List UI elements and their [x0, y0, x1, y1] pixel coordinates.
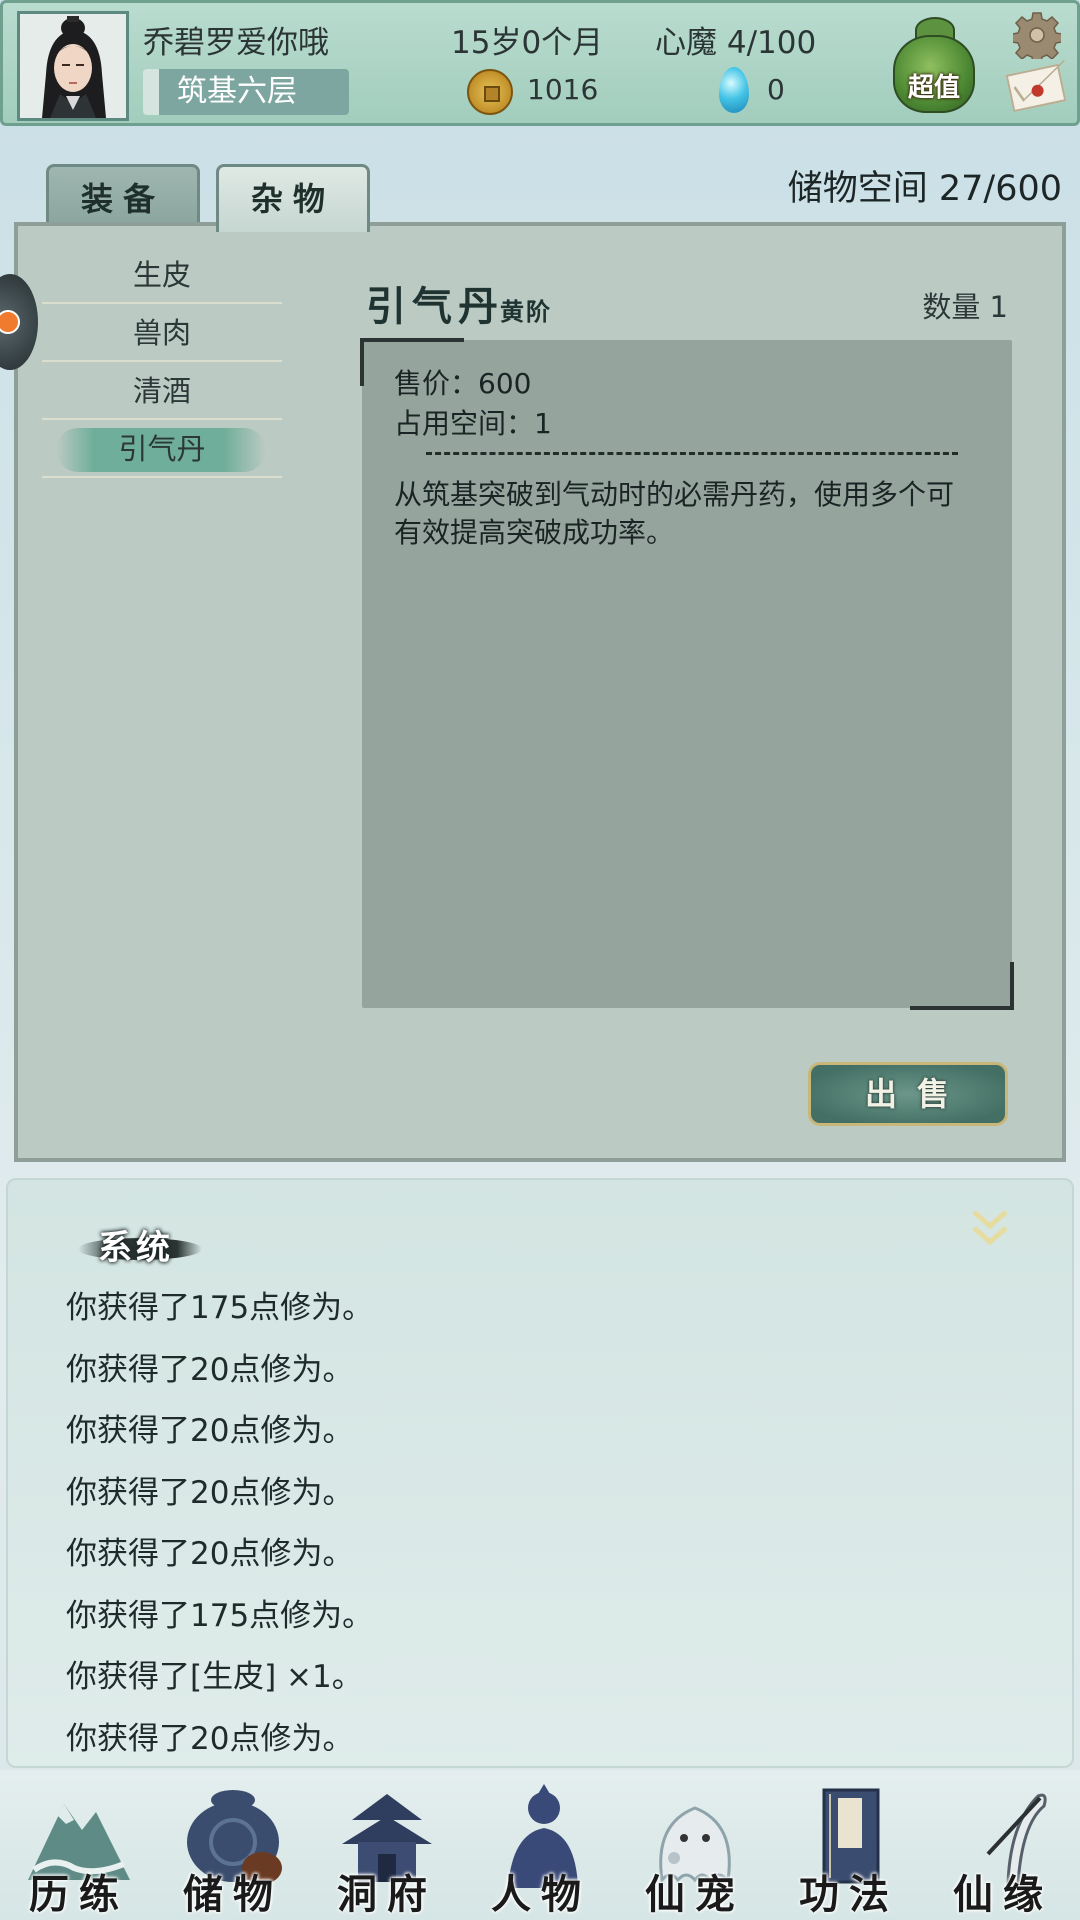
- nav-label: 仙宠: [645, 1871, 745, 1918]
- frame-corner: [910, 962, 1014, 1010]
- heart-demon-counter: 心魔 4/100: [655, 25, 817, 61]
- system-log-panel: 系统 你获得了175点修为。 你获得了20点修为。 你获得了20点修为。 你获得…: [6, 1178, 1074, 1768]
- item-name: 引气丹: [366, 283, 504, 330]
- list-item-selected[interactable]: 引气丹: [42, 420, 282, 478]
- nav-item-storage[interactable]: 储物: [156, 1770, 310, 1920]
- nav-item-character[interactable]: 人物: [464, 1770, 618, 1920]
- list-item[interactable]: 兽肉: [42, 304, 282, 362]
- storage-capacity: 储物空间 27/600: [787, 169, 1062, 209]
- log-line: 你获得了175点修为。: [66, 1290, 374, 1326]
- item-label: 生皮: [132, 258, 191, 292]
- character-portrait-icon: [20, 14, 126, 118]
- item-label: 清酒: [132, 374, 191, 408]
- status-header: 乔碧罗爱你哦 筑基六层 15岁0个月 心魔 4/100 1016 0 超值: [0, 0, 1080, 126]
- nav-item-cave-dwelling[interactable]: 洞府: [310, 1770, 464, 1920]
- nav-label: 仙缘: [953, 1871, 1053, 1918]
- age-display: 15岁0个月: [451, 25, 604, 61]
- item-quantity: 数量 1: [922, 290, 1008, 324]
- gem-count: 0: [767, 73, 785, 106]
- tab-miscellaneous[interactable]: 杂物: [216, 164, 370, 232]
- item-space: 占用空间：1: [394, 407, 552, 440]
- nav-item-fate[interactable]: 仙缘: [926, 1770, 1080, 1920]
- nav-label: 人物: [491, 1871, 591, 1918]
- storage-panel: 生皮 兽肉 清酒 引气丹 引气丹黄阶 数量 1 售价：600 占用空间：1 从筑…: [14, 222, 1066, 1162]
- item-description-box: 售价：600 占用空间：1 从筑基突破到气动时的必需丹药，使用多个可有效提高突破…: [360, 338, 1014, 1010]
- log-line: 你获得了20点修为。: [66, 1413, 354, 1449]
- log-line: 你获得了175点修为。: [66, 1597, 374, 1634]
- log-line: 你获得了20点修为。: [66, 1351, 354, 1388]
- log-title-text: 系统: [98, 1228, 174, 1268]
- nav-item-training[interactable]: 历练: [2, 1770, 156, 1920]
- log-line: 你获得了20点修为。: [66, 1474, 354, 1511]
- log-line: 你获得了[生皮] ×1。: [66, 1659, 363, 1695]
- nav-label: 历练: [29, 1871, 129, 1918]
- nav-label: 洞府: [337, 1871, 437, 1918]
- item-detail-title: 引气丹黄阶: [366, 274, 552, 332]
- item-grade: 黄阶: [500, 297, 552, 326]
- realm-badge: 筑基六层: [143, 69, 349, 115]
- list-item[interactable]: 生皮: [42, 246, 282, 304]
- copper-coin-icon: [467, 69, 513, 115]
- bottom-nav: 历练 储物 洞府 人物 仙宠 功法 仙缘: [0, 1770, 1080, 1920]
- nav-label: 功法: [799, 1871, 899, 1918]
- mail-icon[interactable]: [1005, 63, 1067, 113]
- log-title: 系统: [78, 1220, 202, 1268]
- value-pack-label: 超值: [907, 73, 960, 103]
- value-pack-button[interactable]: 超值: [889, 15, 979, 115]
- nav-label: 储物: [183, 1871, 283, 1918]
- player-name: 乔碧罗爱你哦: [143, 25, 329, 61]
- item-label: 兽肉: [132, 316, 191, 350]
- item-description: 从筑基突破到气动时的必需丹药，使用多个可有效提高突破成功率。: [394, 478, 955, 549]
- chevron-double-down-icon[interactable]: [970, 1206, 1010, 1250]
- log-line: 你获得了20点修为。: [66, 1536, 354, 1572]
- item-price: 售价：600: [394, 367, 532, 400]
- coin-count: 1016: [527, 73, 599, 106]
- nav-item-cultivation-methods[interactable]: 功法: [772, 1770, 926, 1920]
- nav-item-spirit-pet[interactable]: 仙宠: [618, 1770, 772, 1920]
- spirit-gem-icon: [719, 67, 749, 113]
- log-lines: 你获得了175点修为。 你获得了20点修为。 你获得了20点修为。 你获得了20…: [66, 1288, 373, 1780]
- item-list: 生皮 兽肉 清酒 引气丹: [42, 246, 282, 478]
- item-label: 引气丹: [118, 432, 206, 466]
- sell-button[interactable]: 出售: [808, 1062, 1008, 1126]
- list-item[interactable]: 清酒: [42, 362, 282, 420]
- avatar[interactable]: [17, 11, 129, 121]
- tab-equipment[interactable]: 装备: [46, 164, 200, 228]
- divider: [426, 452, 958, 455]
